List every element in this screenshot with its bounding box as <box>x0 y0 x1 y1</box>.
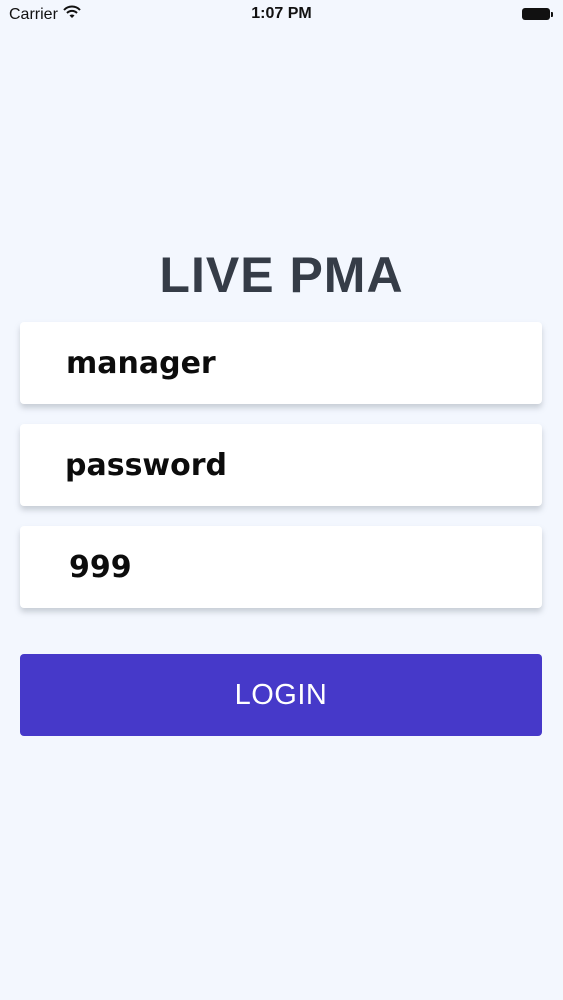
status-bar: Carrier 1:07 PM <box>0 0 563 30</box>
battery-level <box>522 8 550 20</box>
username-input[interactable] <box>20 322 542 404</box>
username-field <box>20 322 542 404</box>
battery-icon <box>522 7 554 21</box>
app-title: LIVE PMA <box>159 247 404 303</box>
password-field <box>20 424 542 506</box>
status-time: 1:07 PM <box>251 5 312 22</box>
password-input[interactable] <box>20 424 542 506</box>
battery-tip <box>551 11 553 17</box>
login-button[interactable]: LOGIN <box>20 654 542 736</box>
code-field <box>20 526 542 608</box>
code-input[interactable] <box>20 526 542 608</box>
